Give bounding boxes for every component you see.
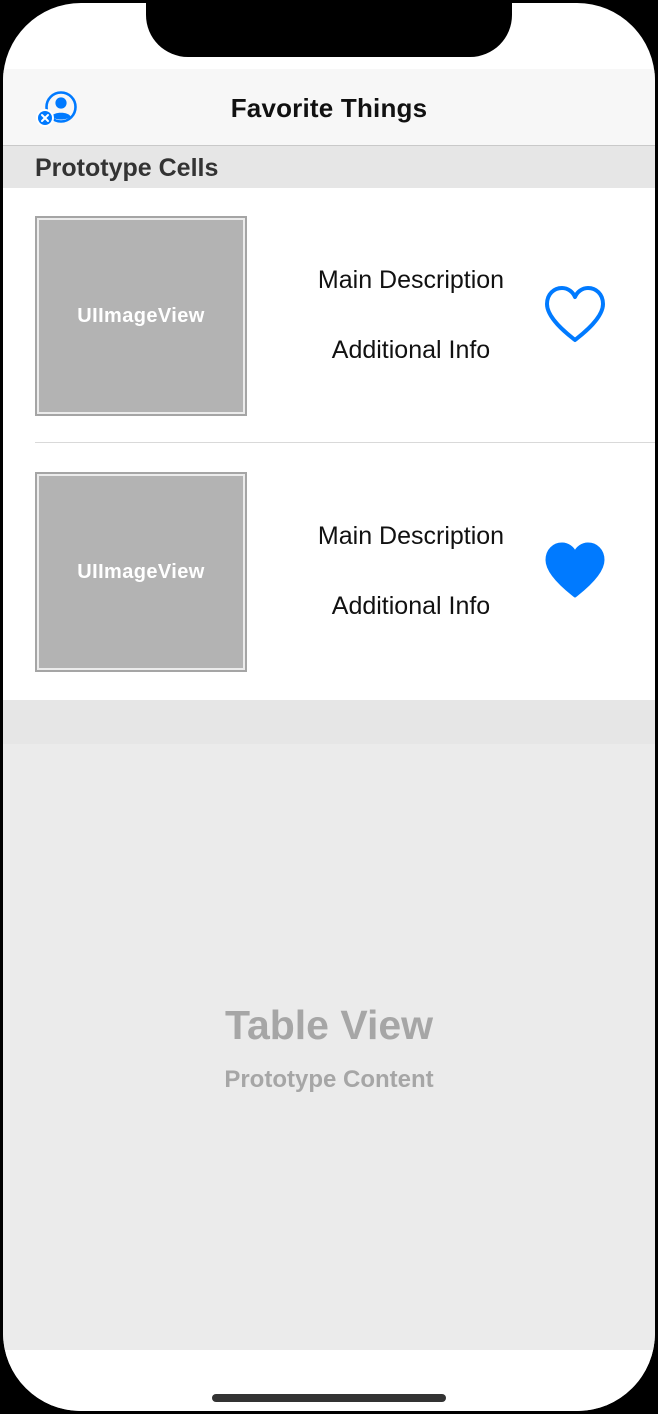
main-description-label: Main Description: [317, 522, 505, 550]
section-footer: [3, 700, 655, 744]
heart-outline-icon[interactable]: [543, 284, 607, 346]
prototype-title: Table View: [224, 1002, 434, 1048]
cell-separator: [35, 442, 655, 443]
image-view-label: UIImageView: [77, 560, 205, 583]
image-view-placeholder: UIImageView: [35, 472, 247, 672]
table-row[interactable]: UIImageView Main Description Additional …: [3, 188, 655, 444]
page-title: Favorite Things: [230, 93, 428, 123]
image-view-placeholder: UIImageView: [35, 216, 247, 416]
home-indicator[interactable]: [212, 1394, 446, 1402]
main-description-label: Main Description: [317, 266, 505, 294]
table-view-prototype-area: Table View Prototype Content: [3, 744, 655, 1350]
table-row[interactable]: UIImageView Main Description Additional …: [3, 444, 655, 700]
section-header-label: Prototype Cells: [35, 154, 219, 182]
device-screen: Favorite Things Prototype Cells UIImageV…: [3, 3, 655, 1411]
navigation-bar: Favorite Things: [3, 69, 655, 146]
prototype-subtitle: Prototype Content: [224, 1066, 434, 1093]
additional-info-label: Additional Info: [331, 592, 491, 620]
additional-info-label: Additional Info: [331, 336, 491, 364]
device-notch: [146, 3, 512, 57]
image-view-label: UIImageView: [77, 304, 205, 327]
section-header: Prototype Cells: [3, 146, 655, 188]
heart-filled-icon[interactable]: [543, 540, 607, 602]
prototype-cells-list: UIImageView Main Description Additional …: [3, 188, 655, 700]
